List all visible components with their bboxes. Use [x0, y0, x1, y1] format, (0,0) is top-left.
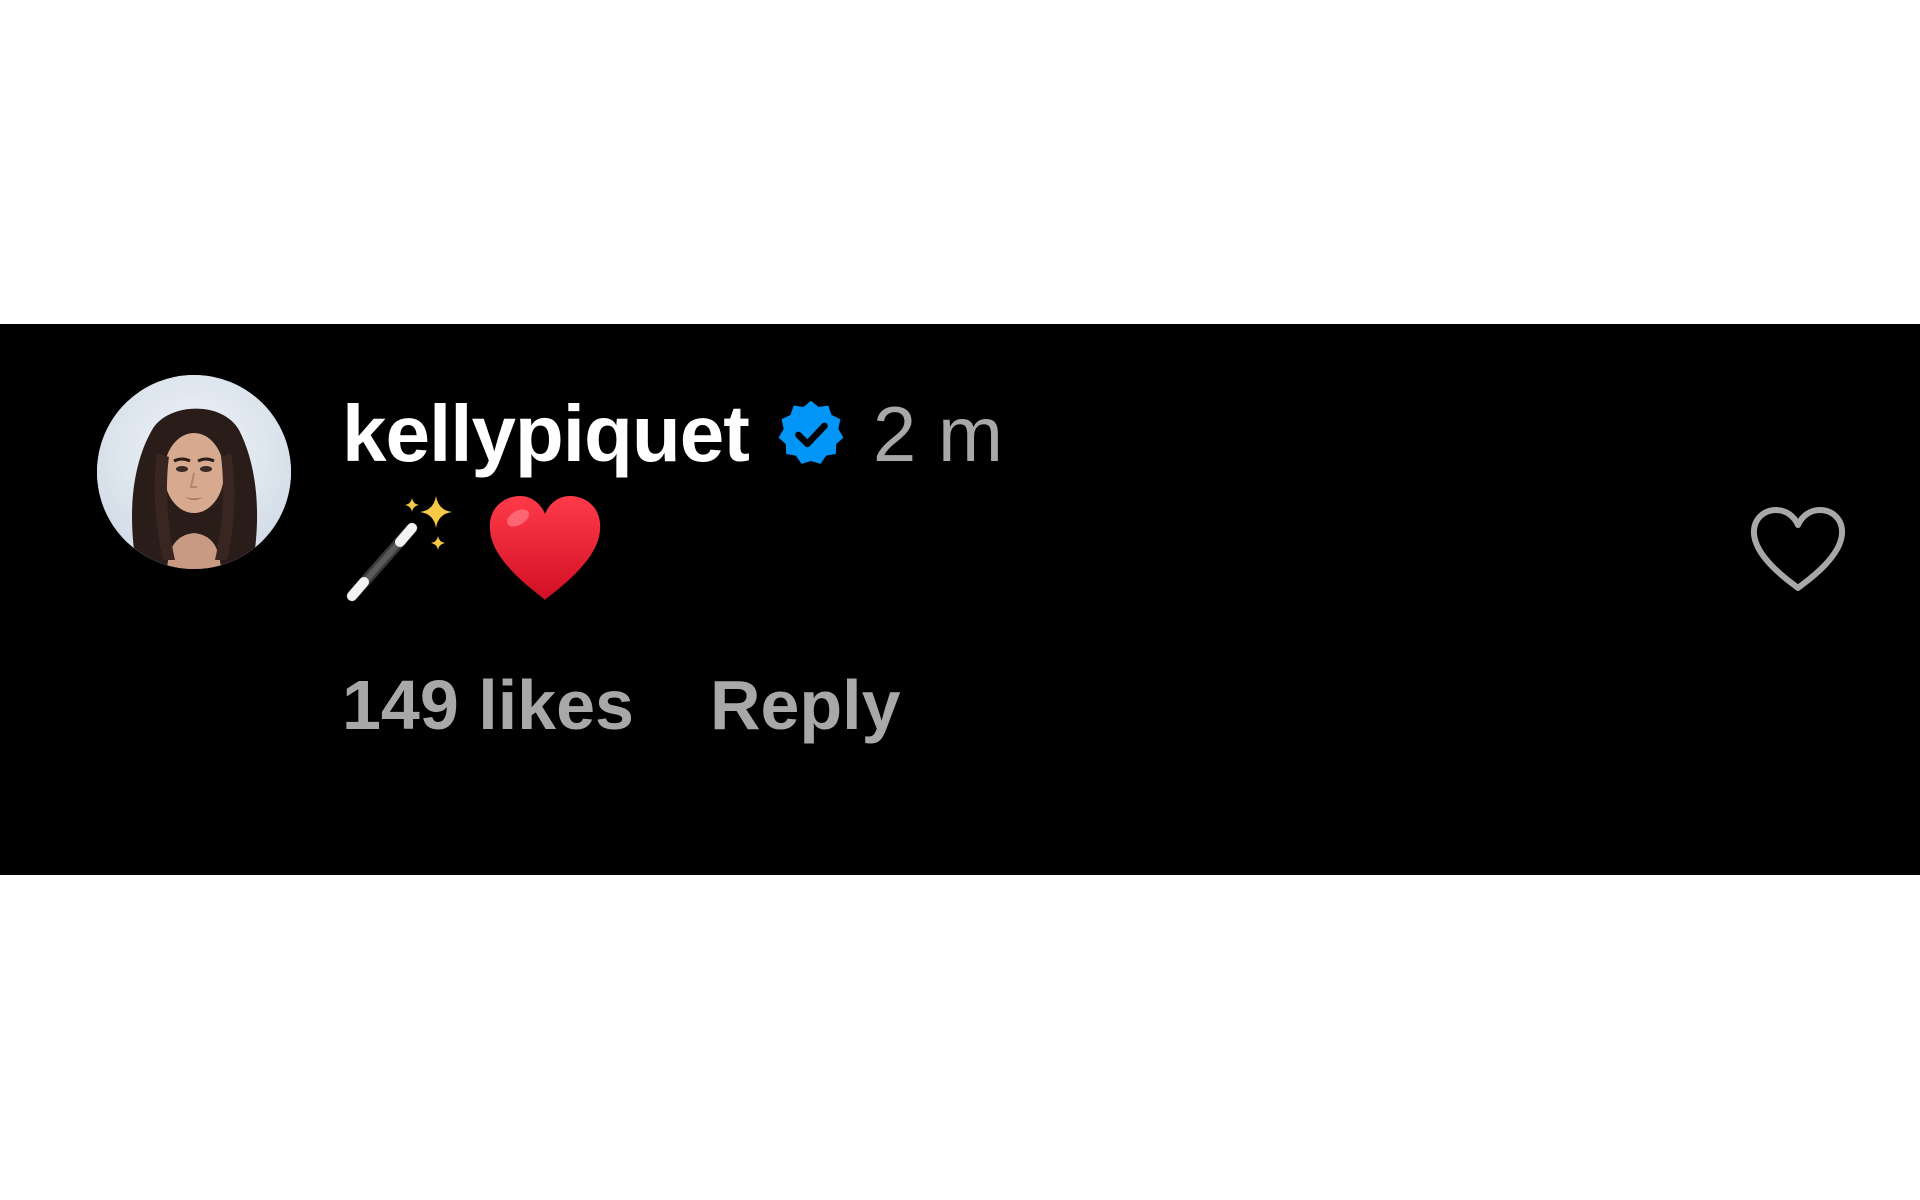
username-link[interactable]: kellypiquet [342, 388, 750, 480]
verified-badge-icon [775, 398, 847, 470]
like-heart-icon[interactable] [1748, 504, 1848, 596]
reply-button[interactable]: Reply [710, 665, 901, 745]
comment-item: kellypiquet 2 m 149 likes Reply [0, 324, 1920, 875]
avatar[interactable] [97, 375, 291, 569]
timestamp: 2 m [872, 389, 1003, 478]
comment-header: kellypiquet 2 m [342, 384, 1003, 484]
page: kellypiquet 2 m 149 likes Reply [0, 0, 1920, 1200]
comment-text [342, 490, 606, 610]
likes-count[interactable]: 149 likes [342, 665, 634, 745]
red-heart-emoji-icon [484, 492, 606, 609]
avatar-image [97, 375, 291, 569]
magic-wand-emoji-icon [342, 492, 458, 609]
comment-footer: 149 likes Reply [342, 660, 901, 750]
